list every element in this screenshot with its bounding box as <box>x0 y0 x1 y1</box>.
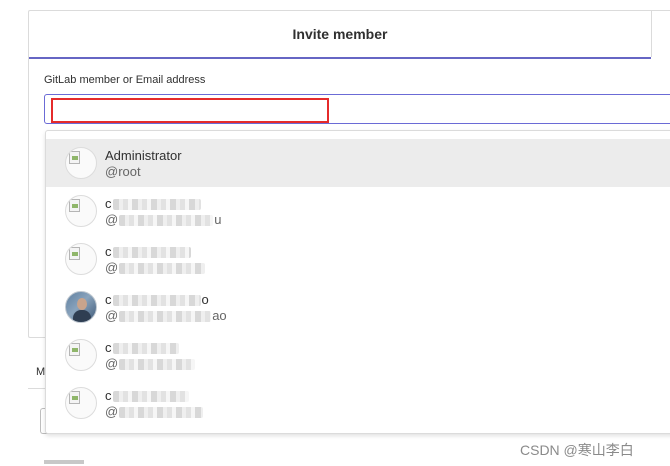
user-option[interactable]: c @ u <box>46 187 670 235</box>
watermark: CSDN @寒山李白 <box>520 442 634 458</box>
user-handle: @ <box>105 404 204 419</box>
broken-image-icon <box>65 243 97 275</box>
user-suggestion-dropdown: Administrator @root c @ u c @ co @ ao c @ … <box>45 130 670 434</box>
blurred-text <box>119 311 212 323</box>
user-photo-icon <box>65 291 97 323</box>
user-handle: @ u <box>105 212 222 227</box>
blurred-text <box>112 391 189 403</box>
member-field-label: GitLab member or Email address <box>44 74 206 86</box>
broken-image-icon <box>65 387 97 419</box>
user-option[interactable]: c @ <box>46 331 670 379</box>
blurred-text <box>119 359 196 371</box>
user-name: c <box>105 244 192 259</box>
tab-divider <box>651 11 652 57</box>
blurred-text <box>112 295 201 307</box>
highlight-annotation <box>51 98 329 123</box>
tab-invite-member[interactable]: Invite member <box>29 11 651 59</box>
user-name: c <box>105 388 190 403</box>
user-name: co <box>105 292 209 307</box>
broken-image-icon <box>65 339 97 371</box>
blurred-text <box>112 199 201 211</box>
blurred-text <box>119 407 204 419</box>
blurred-text <box>112 247 191 259</box>
user-handle: @ ao <box>105 308 227 323</box>
user-name: c <box>105 340 180 355</box>
background-text <box>44 460 84 464</box>
background-tab-label: M <box>36 366 46 378</box>
user-option[interactable]: c @ <box>46 379 670 427</box>
user-option[interactable]: co @ ao <box>46 283 670 331</box>
tab-invite-member-label: Invite member <box>292 26 388 42</box>
user-option[interactable]: c @ <box>46 235 670 283</box>
broken-image-icon <box>65 147 97 179</box>
user-handle: @root <box>105 164 141 179</box>
user-option-administrator[interactable]: Administrator @root <box>46 139 670 187</box>
user-name: c <box>105 196 202 211</box>
blurred-text <box>119 215 214 227</box>
user-handle: @ <box>105 260 206 275</box>
blurred-text <box>119 263 206 275</box>
user-name: Administrator <box>105 148 182 163</box>
blurred-text <box>112 343 179 355</box>
broken-image-icon <box>65 195 97 227</box>
user-handle: @ <box>105 356 196 371</box>
